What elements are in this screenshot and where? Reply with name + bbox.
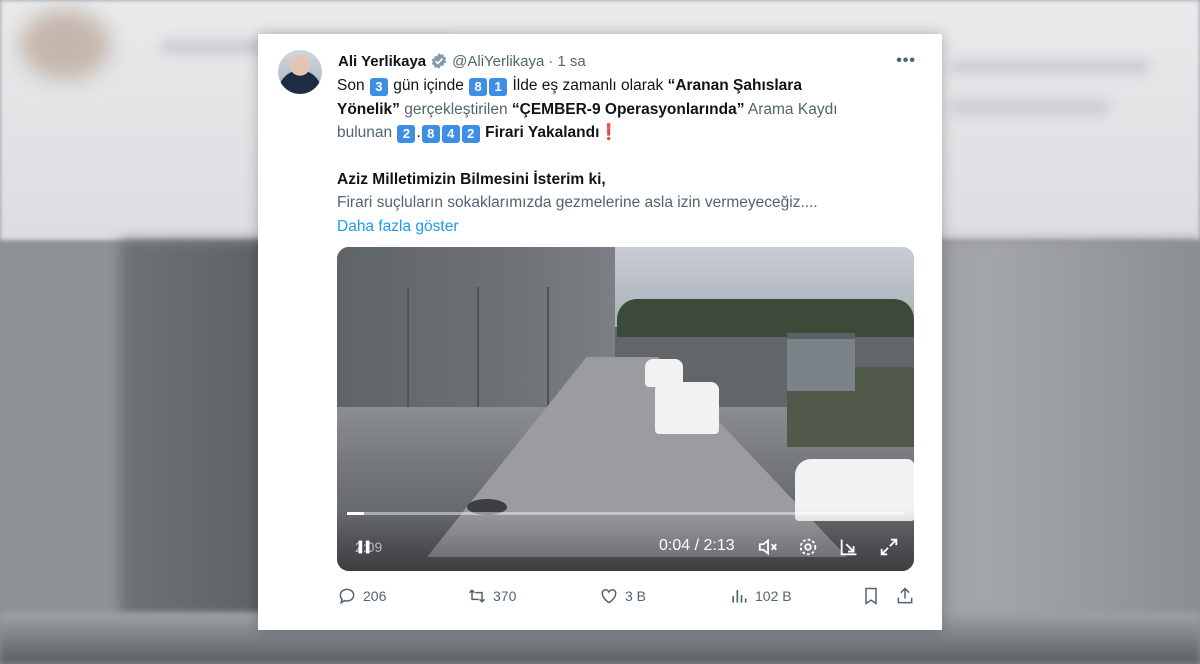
number-emoji: 3 xyxy=(369,78,388,96)
video-progress-fill xyxy=(347,512,364,515)
share-icon[interactable] xyxy=(895,586,915,606)
bookmark-icon[interactable] xyxy=(861,586,881,606)
more-options-icon[interactable]: ••• xyxy=(896,52,916,70)
reply-count: 206 xyxy=(363,588,387,604)
reply-icon xyxy=(339,588,355,605)
number-emoji: 2 xyxy=(397,125,416,143)
fullscreen-icon[interactable] xyxy=(878,536,900,558)
number-emoji: 8 xyxy=(469,78,488,96)
like-count: 3 B xyxy=(625,588,647,604)
verified-badge-icon xyxy=(432,53,447,69)
tweet-header: Ali Yerlikaya @AliYerlikaya · 1 sa xyxy=(338,50,586,72)
tweet-text: Son 3 gün içinde 81 İlde eş zamanlı olar… xyxy=(337,74,917,238)
pause-icon[interactable] xyxy=(353,536,375,558)
tweet-line-5: Firari suçluların sokaklarımızda gezmele… xyxy=(337,194,818,211)
retweet-count: 370 xyxy=(493,588,517,604)
avatar[interactable] xyxy=(278,50,322,94)
views-icon xyxy=(732,590,747,603)
number-emoji: 8 xyxy=(421,125,440,143)
settings-icon[interactable] xyxy=(797,536,819,558)
heart-icon xyxy=(601,588,617,604)
separator-dot: · xyxy=(548,52,554,70)
number-emoji: 1 xyxy=(489,78,508,96)
tweet-line-3: bulunan 2.842 Firari Yakalandı❗ xyxy=(337,124,619,143)
video-player[interactable]: 2:09 0:04 / 2:13 xyxy=(337,247,914,571)
tweet-time[interactable]: 1 sa xyxy=(557,53,585,70)
video-controls xyxy=(337,509,914,571)
retweet-button[interactable]: 370 xyxy=(467,586,516,606)
picture-in-picture-icon[interactable] xyxy=(838,536,860,558)
tweet-line-4: Aziz Milletimizin Bilmesini İsterim ki, xyxy=(337,170,606,188)
tweet-actions: 206 370 3 B 102 B xyxy=(337,586,917,610)
tweet-line-2: Yönelik” gerçekleştirilen “ÇEMBER-9 Oper… xyxy=(337,100,838,118)
number-emoji: 4 xyxy=(441,125,460,143)
video-time: 0:04 / 2:13 xyxy=(659,537,735,554)
reply-button[interactable]: 206 xyxy=(337,586,386,606)
author-handle[interactable]: @AliYerlikaya xyxy=(452,53,544,70)
views-button[interactable]: 102 B xyxy=(729,586,792,606)
tweet-card[interactable]: Ali Yerlikaya @AliYerlikaya · 1 sa ••• S… xyxy=(258,34,942,630)
views-count: 102 B xyxy=(755,588,792,604)
like-button[interactable]: 3 B xyxy=(599,586,646,606)
retweet-icon xyxy=(468,589,486,603)
tweet-line-1: Son 3 gün içinde 81 İlde eş zamanlı olar… xyxy=(337,77,802,96)
exclamation-emoji: ❗ xyxy=(599,124,619,141)
show-more-link[interactable]: Daha fazla göster xyxy=(337,215,917,239)
number-emoji: 2 xyxy=(461,125,480,143)
mute-icon[interactable] xyxy=(757,536,779,558)
video-progress-bar[interactable] xyxy=(347,512,904,515)
author-name[interactable]: Ali Yerlikaya xyxy=(338,53,426,70)
